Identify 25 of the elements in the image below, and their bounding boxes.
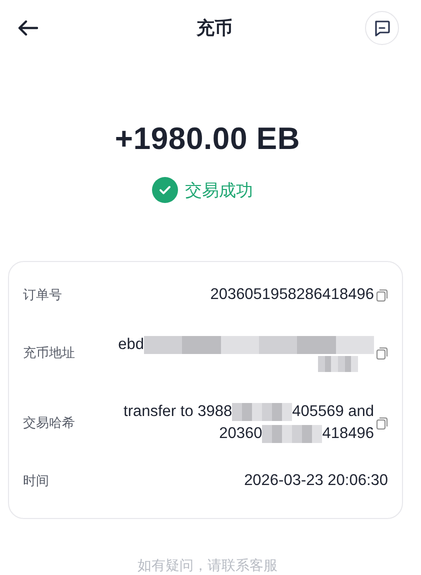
field-value: 418496 [322, 424, 374, 444]
chat-icon [373, 18, 391, 36]
redaction-drawing [232, 403, 292, 421]
field-label: 充币地址 [23, 345, 75, 362]
status-text: 交易成功 [185, 180, 253, 202]
copy-icon[interactable] [376, 416, 388, 430]
field-label: 交易哈希 [23, 415, 75, 432]
field-value: ebd [118, 335, 144, 355]
left-arrow-icon [18, 20, 38, 36]
field-value: 405569 and [292, 402, 374, 422]
field-label: 时间 [23, 473, 49, 490]
help-text: 如有疑问，请联系客服 [136, 557, 278, 575]
copy-icon[interactable] [376, 288, 388, 302]
field-value: transfer to 3988 [124, 402, 232, 422]
field-value: 2036051958286418496 [210, 285, 374, 305]
page-title: 充币 [196, 16, 234, 40]
amount-text: +1980.00 EB [114, 121, 302, 157]
field-label: 订单号 [23, 287, 62, 304]
message-button[interactable] [365, 10, 399, 44]
copy-icon[interactable] [376, 346, 388, 360]
field-value: 2026-03-23 20:06:30 [244, 471, 388, 491]
redaction-drawing [262, 425, 322, 443]
field-value: 20360 [219, 424, 262, 444]
redaction-drawing [318, 356, 358, 372]
back-button[interactable] [18, 18, 40, 36]
